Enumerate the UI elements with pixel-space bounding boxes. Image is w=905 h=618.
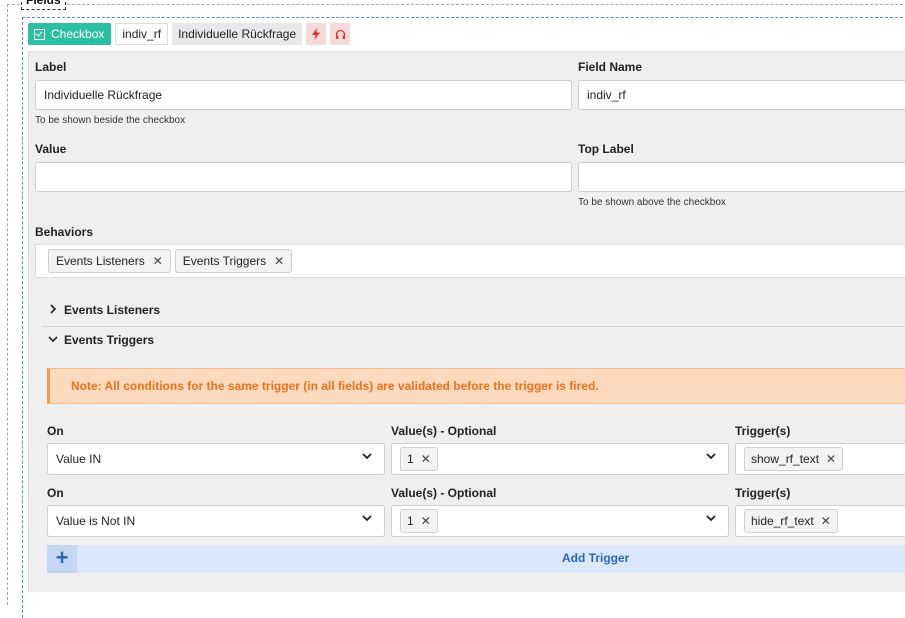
remove-icon[interactable]: ✕ bbox=[826, 452, 836, 466]
chevron-down-icon bbox=[42, 334, 64, 346]
remove-icon[interactable]: ✕ bbox=[421, 514, 431, 528]
on-title: On bbox=[47, 486, 64, 500]
chevron-down-icon bbox=[706, 514, 716, 525]
value-input[interactable] bbox=[35, 162, 572, 192]
top-label-help-text: To be shown above the checkbox bbox=[578, 197, 726, 208]
plus-icon[interactable]: + bbox=[47, 545, 77, 573]
remove-icon[interactable]: ✕ bbox=[821, 514, 831, 528]
trigger-chip-label: hide_rf_text bbox=[751, 514, 814, 528]
values-title: Value(s) - Optional bbox=[391, 424, 497, 438]
events-triggers-section-header[interactable]: Events Triggers bbox=[42, 326, 905, 354]
remove-icon[interactable]: ✕ bbox=[421, 452, 431, 466]
field-tag-bar: Checkbox indiv_rf Individuelle Rückfrage bbox=[28, 23, 351, 45]
field-name-input[interactable]: indiv_rf bbox=[578, 80, 905, 110]
checkbox-icon bbox=[34, 28, 45, 40]
bolt-icon[interactable] bbox=[306, 23, 327, 45]
field-label-tag: Individuelle Rückfrage bbox=[172, 23, 303, 45]
behavior-chip-label: Events Listeners bbox=[56, 254, 145, 268]
top-label-title: Top Label bbox=[578, 142, 634, 156]
value-chip-label: 1 bbox=[407, 514, 414, 528]
label-input[interactable]: Individuelle Rückfrage bbox=[35, 80, 572, 110]
chevron-down-icon bbox=[362, 452, 372, 463]
field-name-title: Field Name bbox=[578, 60, 643, 74]
value-chip: 1 ✕ bbox=[400, 447, 438, 471]
on-select[interactable]: Value IN bbox=[47, 443, 385, 475]
behavior-chip: Events Listeners ✕ bbox=[48, 249, 171, 273]
behavior-chip: Events Triggers ✕ bbox=[174, 249, 293, 273]
remove-icon[interactable]: ✕ bbox=[274, 254, 284, 268]
on-select[interactable]: Value is Not IN bbox=[47, 505, 385, 537]
trigger-chip: show_rf_text ✕ bbox=[744, 447, 844, 471]
headphones-icon[interactable] bbox=[330, 23, 351, 45]
remove-icon[interactable]: ✕ bbox=[153, 254, 163, 268]
triggers-title: Trigger(s) bbox=[735, 486, 791, 500]
fields-legend: Fields bbox=[21, 0, 66, 10]
triggers-select[interactable]: hide_rf_text ✕ bbox=[735, 505, 905, 537]
trigger-chip-label: show_rf_text bbox=[751, 452, 820, 466]
on-select-value: Value IN bbox=[56, 452, 102, 466]
field-name-tag: indiv_rf bbox=[115, 23, 169, 45]
field-type-tag[interactable]: Checkbox bbox=[28, 23, 112, 45]
values-select[interactable]: 1 ✕ bbox=[391, 505, 729, 537]
label-title: Label bbox=[35, 60, 67, 74]
trigger-note: Note: All conditions for the same trigge… bbox=[47, 368, 905, 404]
on-select-value: Value is Not IN bbox=[56, 514, 136, 528]
events-triggers-title: Events Triggers bbox=[64, 333, 155, 347]
on-title: On bbox=[47, 424, 64, 438]
behavior-chip-label: Events Triggers bbox=[182, 254, 267, 268]
triggers-select[interactable]: show_rf_text ✕ bbox=[735, 443, 905, 475]
top-label-input[interactable] bbox=[578, 162, 905, 192]
triggers-title: Trigger(s) bbox=[735, 424, 791, 438]
chevron-down-icon bbox=[706, 452, 716, 463]
behaviors-multiselect[interactable]: Events Listeners ✕ Events Triggers ✕ bbox=[35, 244, 905, 278]
values-title: Value(s) - Optional bbox=[391, 486, 497, 500]
behaviors-title: Behaviors bbox=[35, 225, 94, 239]
chevron-down-icon bbox=[362, 514, 372, 525]
value-chip-label: 1 bbox=[407, 452, 414, 466]
field-type-label: Checkbox bbox=[51, 27, 105, 41]
events-listeners-section-header[interactable]: Events Listeners bbox=[42, 296, 905, 324]
label-help-text: To be shown beside the checkbox bbox=[35, 115, 186, 126]
values-select[interactable]: 1 ✕ bbox=[391, 443, 729, 475]
add-trigger-bar[interactable]: + Add Trigger bbox=[47, 545, 905, 573]
events-listeners-title: Events Listeners bbox=[64, 303, 161, 317]
add-trigger-button[interactable]: Add Trigger bbox=[562, 551, 629, 565]
trigger-chip: hide_rf_text ✕ bbox=[744, 509, 838, 533]
value-chip: 1 ✕ bbox=[400, 509, 438, 533]
chevron-right-icon bbox=[42, 303, 64, 317]
value-title: Value bbox=[35, 142, 67, 156]
